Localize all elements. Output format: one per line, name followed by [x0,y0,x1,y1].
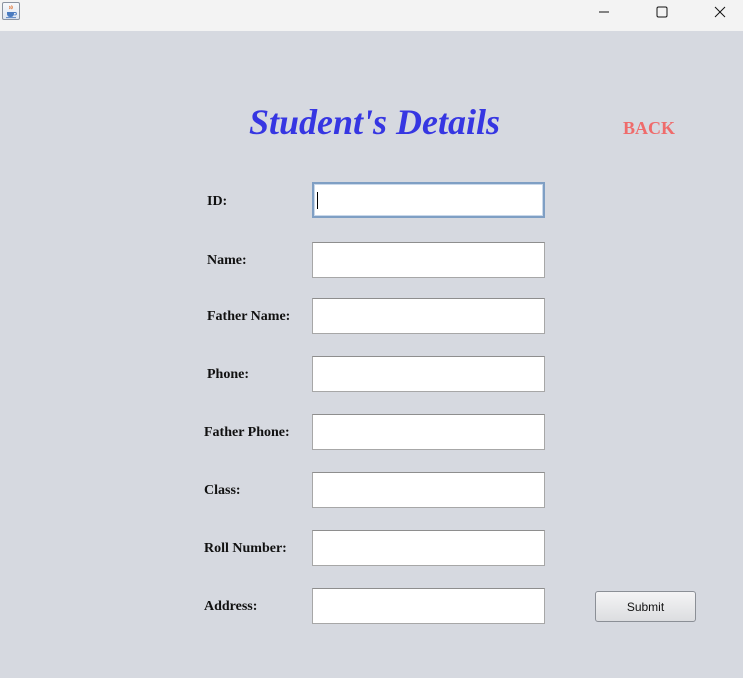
class-field[interactable] [312,472,545,508]
id-label: ID: [207,194,228,209]
phone-field[interactable] [312,356,545,392]
roll-number-field[interactable] [312,530,545,566]
submit-button[interactable]: Submit [595,591,696,622]
page-title: Student's Details [249,102,501,142]
maximize-button[interactable] [639,0,685,24]
close-icon [714,6,726,18]
text-caret [317,192,318,209]
phone-label: Phone: [207,367,249,382]
father-name-field[interactable] [312,298,545,334]
id-field[interactable] [312,182,545,218]
address-field[interactable] [312,588,545,624]
minimize-icon [598,6,610,18]
name-field[interactable] [312,242,545,278]
back-link[interactable]: BACK [623,117,675,139]
father-phone-field[interactable] [312,414,545,450]
father-name-label: Father Name: [207,309,291,324]
java-cup-icon[interactable] [2,2,20,20]
minimize-button[interactable] [581,0,627,24]
close-button[interactable] [697,0,743,24]
student-details-window: Student's Details BACK ID: Name: Father … [0,0,743,678]
roll-number-label: Roll Number: [204,541,287,556]
maximize-icon [656,6,668,18]
father-phone-label: Father Phone: [204,425,290,440]
title-bar[interactable] [0,0,743,31]
address-label: Address: [204,599,258,614]
name-label: Name: [207,253,247,268]
class-label: Class: [204,483,241,498]
